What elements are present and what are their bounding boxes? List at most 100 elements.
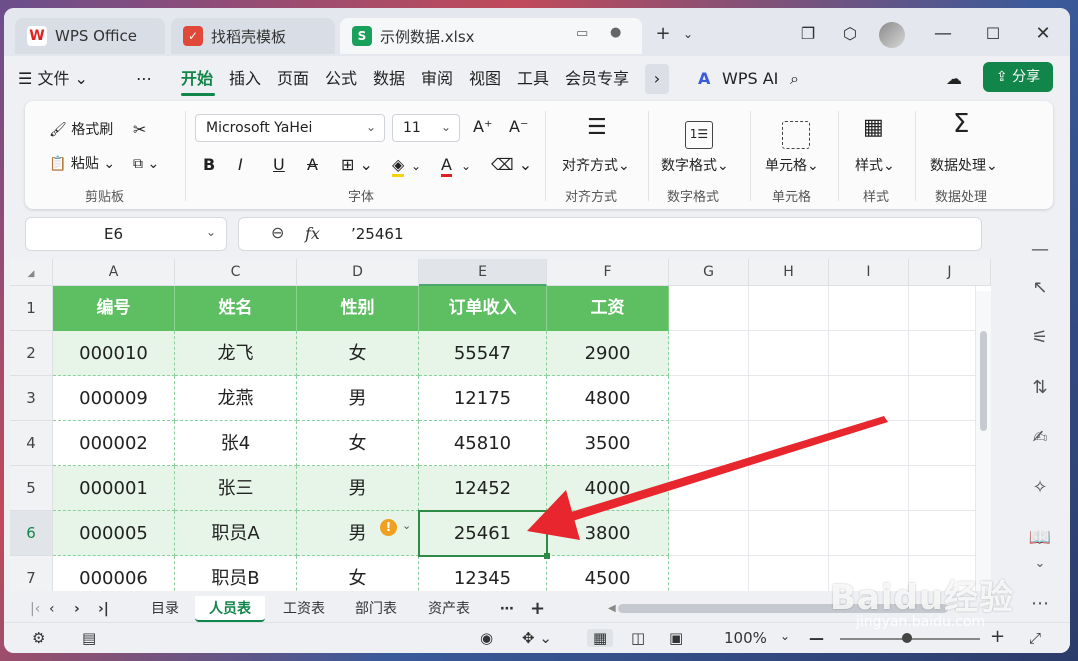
row-header[interactable]: 5 [10, 466, 53, 511]
screen-icon[interactable]: ▭ [576, 26, 588, 41]
fill-color-icon[interactable]: ◈ [392, 156, 405, 177]
table-cell[interactable]: 3500 [547, 421, 669, 466]
row-header[interactable]: 2 [10, 331, 53, 376]
data-processing-button[interactable]: 数据处理⌄ [930, 157, 998, 175]
row-header[interactable]: 6 [10, 511, 53, 556]
empty-cell[interactable] [829, 466, 909, 511]
menu-insert[interactable]: 插入 [229, 68, 261, 90]
empty-cell[interactable] [909, 331, 976, 376]
table-header-cell[interactable]: 工资 [547, 286, 669, 331]
align-button[interactable]: 对齐方式⌄ [562, 157, 630, 175]
menu-home[interactable]: 开始 [181, 68, 213, 90]
chevron-down-icon[interactable]: ⌄ [402, 519, 411, 532]
normal-view-icon[interactable]: ▦ [587, 629, 614, 647]
decrease-font-icon[interactable]: A⁻ [509, 118, 528, 136]
empty-cell[interactable] [669, 466, 749, 511]
empty-cell[interactable] [749, 331, 829, 376]
collapse-icon[interactable]: — [1028, 238, 1052, 262]
cut-icon[interactable]: ✂ [133, 121, 146, 139]
sheet-tab-catalog[interactable]: 目录 [137, 596, 193, 622]
menu-data[interactable]: 数据 [373, 68, 405, 90]
macro-icon[interactable]: ⚙ [32, 629, 45, 647]
sheet-tab-salary[interactable]: 工资表 [269, 596, 339, 622]
zoom-level[interactable]: 100% [724, 629, 767, 647]
chevron-down-icon[interactable]: ⌄ [461, 157, 471, 175]
empty-cell[interactable] [829, 511, 909, 556]
empty-cell[interactable] [749, 421, 829, 466]
table-cell[interactable]: 45810 [419, 421, 547, 466]
tab-active-file[interactable]: S 示例数据.xlsx ▭ ● [340, 18, 642, 54]
row-header[interactable]: 1 [10, 286, 53, 331]
col-header-c[interactable]: C [175, 259, 297, 286]
table-cell[interactable]: 4000 [547, 466, 669, 511]
empty-cell[interactable] [909, 421, 976, 466]
last-sheet-icon[interactable]: ›| [90, 596, 117, 622]
table-cell[interactable]: 25461 [419, 511, 547, 556]
empty-cell[interactable] [669, 511, 749, 556]
menu-member[interactable]: 会员专享 [565, 68, 629, 90]
avatar[interactable] [879, 22, 905, 48]
col-header-i[interactable]: I [829, 259, 909, 286]
clear-format-icon[interactable]: ⌫ ⌄ [491, 156, 532, 174]
empty-cell[interactable] [829, 376, 909, 421]
chevron-down-icon[interactable]: ⌄ [411, 157, 421, 175]
empty-cell[interactable] [829, 331, 909, 376]
style-icon[interactable]: ▦ [863, 117, 884, 139]
chevron-down-icon[interactable]: ⌄ [674, 22, 702, 46]
number-format-button[interactable]: 数字格式⌄ [661, 157, 729, 175]
font-name-select[interactable]: Microsoft YaHei ⌄ [195, 114, 385, 142]
zoom-in-icon[interactable]: + [990, 626, 1005, 647]
table-header-cell[interactable]: 编号 [53, 286, 175, 331]
vertical-scrollbar[interactable] [976, 291, 991, 591]
menu-view[interactable]: 视图 [469, 68, 501, 90]
empty-cell[interactable] [909, 286, 976, 331]
maximize-icon[interactable]: ☐ [979, 22, 1007, 46]
new-tab-icon[interactable]: + [649, 22, 677, 46]
font-size-select[interactable]: 11 ⌄ [392, 114, 460, 142]
share-button[interactable]: ⇪ 分享 [983, 62, 1053, 92]
fx-icon[interactable]: fx [305, 224, 320, 243]
table-cell[interactable]: 2900 [547, 331, 669, 376]
zoom-search-icon[interactable]: ⊖ [271, 223, 284, 242]
close-icon[interactable]: ✕ [1029, 22, 1057, 46]
bold-icon[interactable]: B [203, 156, 215, 174]
col-header-j[interactable]: J [909, 259, 991, 286]
empty-cell[interactable] [749, 466, 829, 511]
format-painter-button[interactable]: 🖌 格式刷 [49, 121, 113, 139]
tools-icon[interactable]: ✧ [1028, 476, 1052, 500]
strikethrough-icon[interactable]: A [307, 156, 318, 174]
increase-font-icon[interactable]: A⁺ [473, 118, 492, 136]
table-cell[interactable]: 张三 [175, 466, 297, 511]
table-header-cell[interactable]: 姓名 [175, 286, 297, 331]
table-cell[interactable]: 女 [297, 421, 419, 466]
eye-protection-icon[interactable]: ◉ [480, 629, 493, 647]
warning-icon[interactable]: ! [380, 519, 397, 536]
sliders-icon[interactable]: ⚟ [1028, 326, 1052, 350]
page-break-icon[interactable]: ▣ [669, 629, 683, 647]
convert-icon[interactable]: ⇅ [1028, 376, 1052, 400]
border-icon[interactable]: ⊞ ⌄ [341, 156, 373, 174]
table-cell[interactable]: 职员A [175, 511, 297, 556]
table-cell[interactable]: 张4 [175, 421, 297, 466]
cell-icon[interactable] [782, 121, 810, 149]
signature-icon[interactable]: ✍ [1028, 426, 1052, 450]
empty-cell[interactable] [669, 376, 749, 421]
table-cell[interactable]: 000001 [53, 466, 175, 511]
table-cell[interactable]: 龙燕 [175, 376, 297, 421]
more-icon[interactable]: ⋯ [136, 68, 152, 90]
menu-tools[interactable]: 工具 [517, 68, 549, 90]
table-cell[interactable]: 男 [297, 376, 419, 421]
sheet-tab-staff[interactable]: 人员表 [195, 596, 265, 622]
table-cell[interactable]: 12452 [419, 466, 547, 511]
focus-mode-icon[interactable]: ✥ ⌄ [522, 629, 552, 647]
next-sheet-icon[interactable]: › [66, 596, 88, 622]
empty-cell[interactable] [829, 421, 909, 466]
empty-cell[interactable] [669, 286, 749, 331]
table-cell[interactable]: 男 [297, 511, 419, 556]
select-all-corner[interactable]: ◢ [10, 259, 53, 286]
fill-handle[interactable] [544, 553, 550, 559]
empty-cell[interactable] [749, 286, 829, 331]
minimize-icon[interactable]: — [929, 22, 957, 46]
align-icon[interactable]: ☰ [587, 117, 607, 139]
page-layout-icon[interactable]: ◫ [631, 629, 645, 647]
